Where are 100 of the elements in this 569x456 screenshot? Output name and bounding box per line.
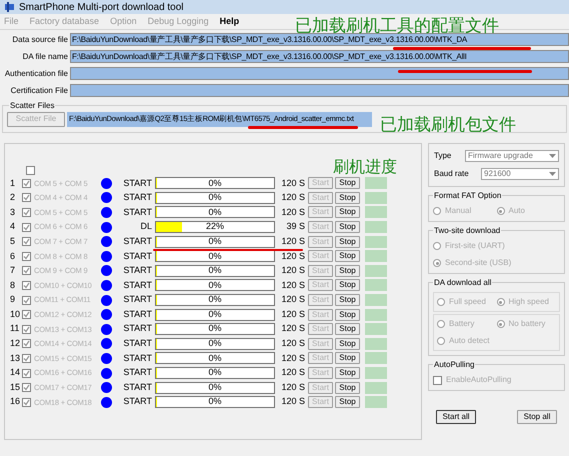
status-box [365,338,387,350]
port-checkbox[interactable] [22,237,31,246]
stop-button[interactable]: Stop [335,177,360,190]
type-dropdown[interactable]: Firmware upgrade [465,150,559,162]
row-number: 16 [10,395,22,408]
progress-text: 0% [207,353,222,364]
timeout-text: 120 S [280,278,306,292]
status-box [365,294,387,306]
radio-button[interactable] [433,259,441,267]
status-label: DL [139,220,153,234]
baud-rate-dropdown[interactable]: 921600 [481,168,559,180]
row-number: 2 [10,191,16,204]
radio-button[interactable] [496,298,504,306]
status-label: START [122,352,153,365]
group-title: AutoPulling [433,359,476,371]
timeout-text: 39 S [285,220,306,234]
progress-text: 0% [207,178,222,188]
radio-button[interactable] [433,207,441,215]
stop-button[interactable]: Stop [335,396,360,408]
port-checkbox[interactable] [22,324,31,334]
port-checkbox[interactable] [22,339,31,348]
port-checkbox[interactable] [22,280,31,290]
stop-button[interactable]: Stop [335,323,360,336]
status-label: START [122,264,153,278]
stop-button[interactable]: Stop [335,236,360,248]
field-label: Data source file [11,34,69,46]
port-checkbox[interactable] [22,398,31,407]
status-box [365,308,387,321]
status-box [365,264,387,277]
field-label: Type [434,150,452,162]
stop-button[interactable]: Stop [335,382,360,394]
status-label: START [122,395,153,408]
progress-text: 0% [207,280,222,290]
annotation-text: 已加载刷机包文件 [380,114,516,137]
timeout-text: 120 S [280,176,306,190]
status-box [365,250,387,262]
progress-text: 0% [207,324,222,334]
timeout-text: 120 S [280,337,306,350]
stop-button[interactable]: Stop [335,294,360,306]
progress-text: 0% [207,310,222,320]
checkbox[interactable] [433,376,442,384]
stop-button[interactable]: Stop [335,250,360,262]
row-number: 12 [10,337,22,350]
port-checkbox[interactable] [22,266,31,276]
stop-button[interactable]: Stop [335,192,360,204]
progress-text: 0% [207,192,222,203]
port-checkbox[interactable] [22,252,31,261]
port-checkbox[interactable] [22,193,31,202]
progress-text: 0% [207,251,222,262]
status-box [365,352,387,364]
progress-text: 22% [204,222,225,232]
option-label: Battery [449,318,474,330]
progress-text: 0% [207,207,222,218]
path-field[interactable]: F:\BaiduYunDownload\量产工具\量产多口下载\SP_MDT_exe_v3.1316.00.00\SP_MDT_exe_v3.1316.00.00\MTK_DA [70,33,569,46]
window-title: SmartPhone Multi-port download tool [19,0,184,14]
status-label: START [122,278,153,292]
radio-button[interactable] [437,337,445,345]
status-box [365,323,387,336]
port-checkbox[interactable] [22,296,31,305]
timeout-text: 120 S [280,234,306,248]
status-box [365,367,387,380]
status-box [365,236,387,248]
progress-text: 0% [207,382,222,393]
menu-item[interactable]: Help [220,14,240,28]
stop-button[interactable]: Stop [335,279,360,292]
radio-button[interactable] [496,207,504,215]
stop-button[interactable]: Stop [335,352,360,364]
port-checkbox[interactable] [22,310,31,320]
port-checkbox[interactable] [22,354,31,363]
checkbox[interactable] [26,166,35,174]
stop-button[interactable]: Stop [335,367,360,380]
path-field[interactable] [70,67,569,80]
path-field[interactable] [70,84,569,97]
radio-button[interactable] [437,320,445,328]
timeout-text: 120 S [280,206,306,219]
field-label: Baud rate [434,168,470,180]
action-button[interactable]: Stop all [517,410,557,424]
path-field[interactable]: F:\BaiduYunDownload\量产工具\量产多口下载\SP_MDT_exe_v3.1316.00.00\SP_MDT_exe_v3.1316.00.00\MTK_AllI [70,50,569,63]
status-label: START [122,366,153,380]
port-checkbox[interactable] [22,368,31,378]
row-number: 7 [10,264,16,278]
port-checkbox[interactable] [22,383,31,392]
radio-button[interactable] [433,242,441,250]
radio-button[interactable] [496,320,504,328]
stop-button[interactable]: Stop [335,264,360,277]
action-button[interactable]: Start all [436,410,476,424]
row-number: 4 [10,220,16,234]
port-checkbox[interactable] [22,208,31,217]
progress-text: 0% [207,266,222,276]
port-checkbox[interactable] [22,222,31,232]
stop-button[interactable]: Stop [335,206,360,218]
field-label: DA file name [22,50,69,62]
radio-button[interactable] [437,298,445,306]
stop-button[interactable]: Stop [335,221,360,234]
row-number: 5 [10,234,16,248]
stop-button[interactable]: Stop [335,308,360,321]
stop-button[interactable]: Stop [335,338,360,350]
progress-text: 0% [207,236,222,247]
row-number: 3 [10,206,16,219]
port-checkbox[interactable] [22,178,31,188]
